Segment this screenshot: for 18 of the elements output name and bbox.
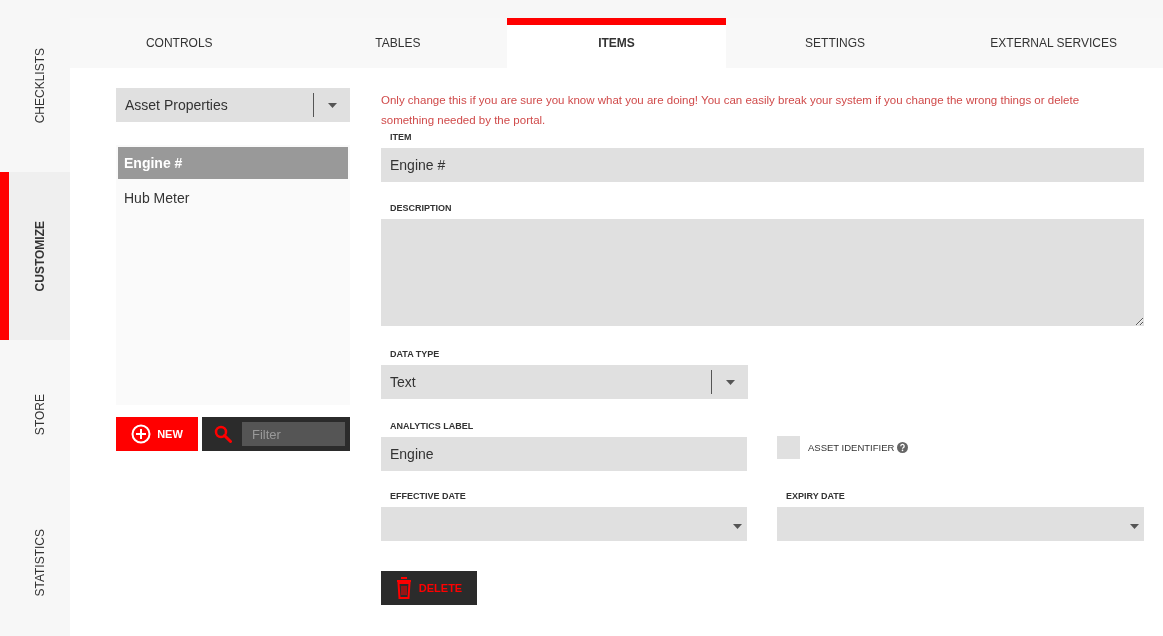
field-label: DATA TYPE bbox=[389, 349, 441, 359]
field-label: EXPIRY DATE bbox=[785, 491, 846, 501]
checkbox-label: ASSET IDENTIFIER bbox=[808, 442, 895, 453]
field-label: EFFECTIVE DATE bbox=[389, 491, 467, 501]
item-field[interactable]: Engine # bbox=[381, 148, 1144, 182]
warning-text: Only change this if you are sure you know what you are doing! You can easily break your system if you change the wrong things or delete something needed by the portal. bbox=[381, 93, 1081, 128]
field-label: DESCRIPTION bbox=[389, 203, 453, 213]
category-select[interactable]: Asset Properties bbox=[116, 88, 350, 122]
list-item[interactable]: Hub Meter bbox=[118, 182, 348, 214]
sidebar-tab[interactable]: CUSTOMIZE bbox=[0, 172, 70, 340]
field-label: ITEM bbox=[389, 132, 413, 142]
tab[interactable]: ITEMS bbox=[507, 18, 726, 68]
data-type-select[interactable]: Text bbox=[381, 365, 748, 399]
analytics-label-field[interactable]: Engine bbox=[381, 437, 747, 471]
field-label: ANALYTICS LABEL bbox=[389, 421, 475, 431]
new-button[interactable]: NEW bbox=[116, 417, 198, 451]
filter-field[interactable]: Filter bbox=[242, 422, 345, 446]
delete-button[interactable]: DELETE bbox=[381, 571, 477, 605]
